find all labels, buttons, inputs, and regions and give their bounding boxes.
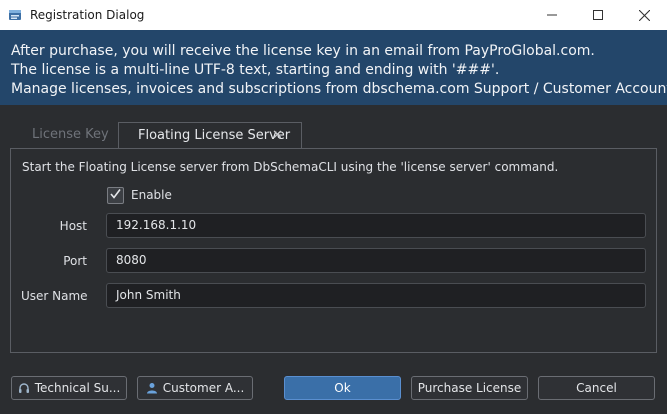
enable-row: Enable <box>107 186 172 204</box>
tab-license-key[interactable]: License Key <box>10 122 118 148</box>
tab-license-key-label: License Key <box>32 127 109 142</box>
port-label: Port <box>63 254 87 268</box>
info-banner: After purchase, you will receive the lic… <box>0 30 667 105</box>
dbschema-app-icon <box>7 7 23 23</box>
customer-account-button[interactable]: Customer A... <box>137 376 253 400</box>
ok-label: Ok <box>334 381 351 395</box>
window-title: Registration Dialog <box>30 8 145 22</box>
floating-license-panel: Start the Floating License server from D… <box>10 148 657 353</box>
host-input[interactable]: 192.168.1.10 <box>106 213 646 238</box>
tab-close-icon[interactable]: ✕ <box>272 123 283 149</box>
title-bar: Registration Dialog <box>0 0 667 30</box>
checkmark-icon <box>109 187 122 203</box>
banner-line-manage: Manage licenses, invoices and subscripti… <box>11 81 667 97</box>
banner-line-format: The license is a multi-line UTF-8 text, … <box>11 62 500 78</box>
technical-support-button[interactable]: Technical Su... <box>11 376 127 400</box>
cancel-button[interactable]: Cancel <box>538 376 655 400</box>
technical-support-label: Technical Su... <box>34 381 121 395</box>
port-input[interactable]: 8080 <box>106 248 646 273</box>
tab-floating-license-server[interactable]: Floating License Server ✕ <box>118 122 302 148</box>
maximize-button[interactable] <box>575 0 621 30</box>
user-name-label: User Name <box>21 289 88 303</box>
user-name-input[interactable]: John Smith <box>106 283 646 308</box>
headset-icon <box>18 382 30 394</box>
customer-account-label: Customer A... <box>162 381 245 395</box>
panel-description: Start the Floating License server from D… <box>22 160 559 174</box>
enable-label: Enable <box>131 188 172 202</box>
minimize-button[interactable] <box>529 0 575 30</box>
ok-button[interactable]: Ok <box>284 376 401 400</box>
cancel-label: Cancel <box>576 381 617 395</box>
purchase-license-button[interactable]: Purchase License <box>411 376 528 400</box>
enable-checkbox[interactable] <box>107 186 124 204</box>
purchase-license-label: Purchase License <box>417 381 522 395</box>
user-icon <box>146 382 158 394</box>
host-label: Host <box>59 219 87 233</box>
tab-floating-license-server-label: Floating License Server <box>138 128 291 143</box>
banner-line-purchase: After purchase, you will receive the lic… <box>11 43 595 59</box>
close-window-button[interactable] <box>621 0 667 30</box>
